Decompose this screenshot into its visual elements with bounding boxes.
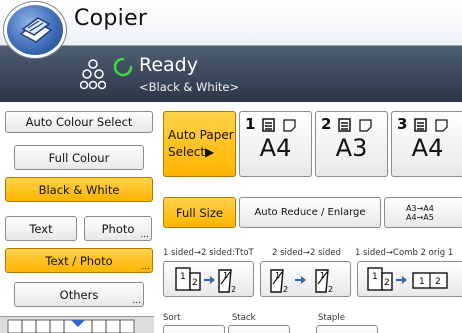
text-mode-label: Text — [29, 221, 53, 236]
tray-3-button[interactable]: 3 A4 — [391, 111, 462, 177]
density-slider[interactable] — [0, 316, 154, 333]
auto-reduce-enlarge-button[interactable]: Auto Reduce / Enlarge — [239, 197, 381, 228]
status-bar: Ready <Black & White> — [0, 46, 462, 102]
svg-text:2: 2 — [328, 285, 333, 294]
svg-text:1: 1 — [419, 277, 425, 287]
black-white-label: Black & White — [38, 182, 120, 197]
auto-paper-select-label: Auto Paper Select▶ — [168, 128, 234, 159]
staple-button[interactable] — [316, 325, 378, 333]
combine-2-originals-button[interactable]: 1 2 1 2 — [357, 261, 462, 297]
text-photo-mode-button[interactable]: Text / Photo ... — [5, 248, 153, 273]
photo-mode-label: Photo — [101, 221, 135, 236]
status-text: Ready — [139, 54, 198, 76]
preset-reduce-button[interactable]: A3→A4 A4→A5 — [384, 197, 462, 228]
svg-text:1: 1 — [275, 271, 280, 280]
tray-1-button[interactable]: 1 A4 — [239, 111, 312, 177]
tray-number: 2 — [321, 115, 332, 133]
paper-tray-icon — [262, 118, 296, 132]
svg-text:1: 1 — [180, 272, 186, 282]
full-size-label: Full Size — [176, 205, 223, 220]
title-bar: Copier — [0, 0, 462, 58]
sort-label: Sort — [163, 313, 181, 323]
svg-text:2: 2 — [192, 278, 198, 288]
svg-text:1: 1 — [372, 272, 378, 282]
app-title: Copier — [74, 6, 148, 31]
svg-text:2: 2 — [283, 285, 288, 294]
paper-tray-icon — [414, 118, 448, 132]
duplex-2-to-2-button[interactable]: 1 2 1 2 — [260, 261, 351, 297]
density-scale-icon — [7, 319, 135, 333]
copier-app-icon[interactable] — [4, 2, 66, 58]
svg-text:2: 2 — [231, 285, 236, 294]
text-mode-button[interactable]: Text — [5, 216, 77, 241]
preset-line-1: A3→A4 — [406, 203, 434, 213]
ready-status-icon — [113, 57, 133, 77]
svg-text:1: 1 — [320, 271, 325, 280]
text-photo-mode-label: Text / Photo — [45, 253, 113, 268]
auto-reduce-enlarge-label: Auto Reduce / Enlarge — [254, 207, 366, 218]
duplex-label-2: 2 sided→2 sided — [272, 248, 341, 258]
more-indicator: ... — [141, 262, 150, 272]
auto-paper-select-button[interactable]: Auto Paper Select▶ — [163, 111, 236, 177]
tray-number: 1 — [245, 115, 256, 133]
copier-main-panel: Auto Colour Select Full Colour Black & W… — [0, 102, 462, 333]
tray-2-button[interactable]: 2 A3 — [315, 111, 388, 177]
staple-label: Staple — [318, 313, 345, 323]
full-colour-button[interactable]: Full Colour — [14, 145, 144, 170]
duplex-label-1: 1 sided→2 sided:TtoT — [163, 248, 254, 258]
others-mode-button[interactable]: Others ... — [14, 282, 144, 307]
others-mode-label: Others — [59, 287, 99, 302]
duplex-1-to-2-button[interactable]: 1 2 1 2 — [163, 261, 254, 297]
svg-text:1: 1 — [223, 271, 228, 280]
copier-icon — [19, 17, 53, 43]
auto-colour-select-button[interactable]: Auto Colour Select — [5, 111, 153, 133]
paper-size: A4 — [259, 134, 292, 162]
full-colour-label: Full Colour — [48, 150, 110, 165]
tray-number: 3 — [397, 115, 408, 133]
combine-originals-icon: 1 2 1 2 — [367, 267, 448, 291]
stack-label: Stack — [232, 313, 256, 323]
full-size-button[interactable]: Full Size — [163, 197, 236, 228]
preset-line-2: A4→A5 — [406, 212, 434, 222]
black-white-button[interactable]: Black & White — [5, 177, 153, 202]
paper-size: A4 — [411, 134, 444, 162]
paper-size: A3 — [335, 134, 368, 162]
stack-button[interactable] — [228, 325, 290, 333]
toner-icon — [80, 59, 106, 90]
auto-colour-select-label: Auto Colour Select — [25, 115, 133, 129]
sort-button[interactable] — [163, 325, 225, 333]
duplex-label-3: 1 sided→Comb 2 orig 1 — [355, 248, 454, 258]
status-subtext: <Black & White> — [139, 80, 240, 94]
two-to-two-sided-icon: 1 2 1 2 — [270, 269, 333, 294]
svg-text:2: 2 — [384, 278, 390, 288]
more-indicator: ... — [132, 296, 141, 306]
photo-mode-button[interactable]: Photo ... — [84, 216, 152, 241]
more-indicator: ... — [140, 230, 149, 240]
one-to-two-sided-icon: 1 2 1 2 — [175, 267, 236, 294]
svg-text:2: 2 — [435, 277, 441, 287]
paper-tray-icon — [338, 118, 372, 132]
